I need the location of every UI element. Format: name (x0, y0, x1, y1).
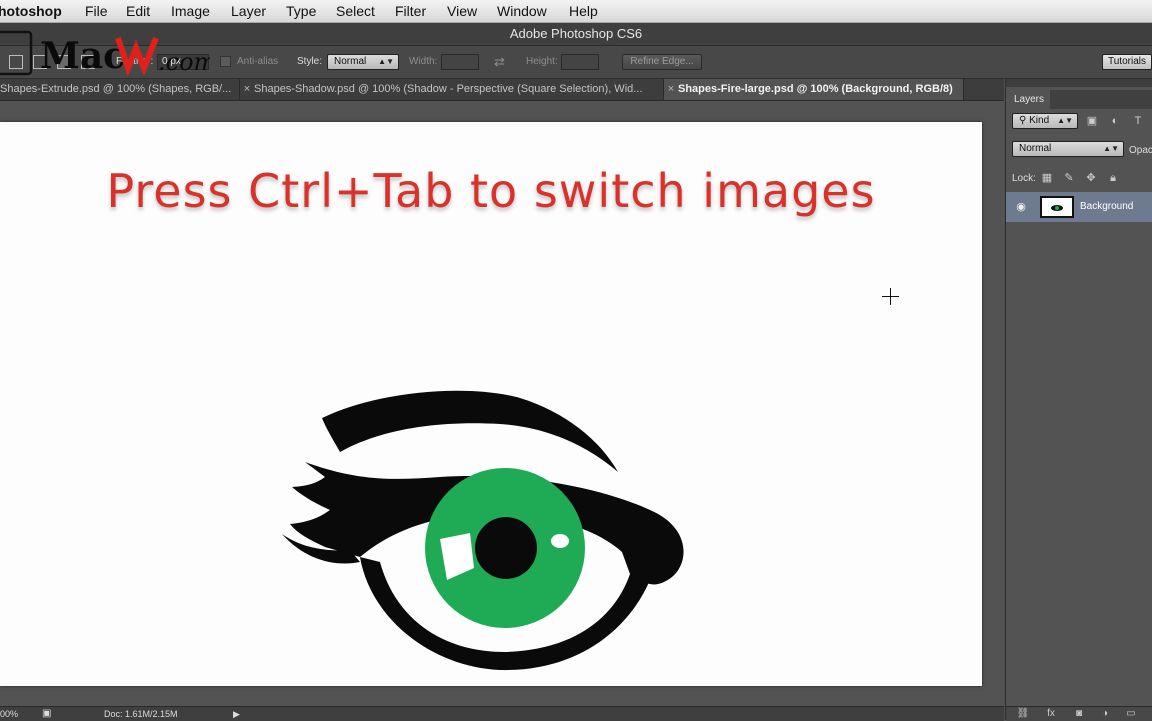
menu-file[interactable]: File (85, 0, 108, 22)
menu-type[interactable]: Type (286, 0, 316, 22)
lock-pixels-brush-icon[interactable]: ✎ (1062, 171, 1076, 185)
tab-label: Shapes-Extrude.psd @ 100% (Shapes, RGB/.… (0, 83, 232, 95)
document-canvas[interactable]: Press Ctrl+Tab to switch images (0, 122, 982, 686)
lock-position-move-icon[interactable]: ✥ (1084, 171, 1098, 185)
select-arrows-icon: ▲▼ (1103, 144, 1119, 153)
menu-filter[interactable]: Filter (395, 0, 426, 22)
layer-style-fx-icon[interactable]: fx (1044, 707, 1058, 721)
status-info-icon[interactable]: ▣ (42, 707, 51, 721)
type-layer-filter-icon[interactable]: T (1131, 114, 1145, 128)
mac-menu-bar: hotoshop File Edit Image Layer Type Sele… (0, 0, 1152, 23)
tutorials-button[interactable]: Tutorials (1102, 54, 1152, 70)
lock-label: Lock: (1012, 173, 1036, 184)
search-icon: ⚲ (1019, 115, 1030, 126)
lock-transparency-icon[interactable]: ▦ (1040, 171, 1054, 185)
tab-shapes-shadow[interactable]: × Shapes-Shadow.psd @ 100% (Shadow - Pers… (240, 79, 664, 100)
eye-illustration (282, 390, 684, 671)
tab-label: Shapes-Shadow.psd @ 100% (Shadow - Persp… (254, 83, 643, 95)
watermark-text: Mac (40, 35, 125, 76)
eye-thumbnail-icon (1051, 205, 1063, 211)
zoom-level[interactable]: 00% (0, 707, 18, 721)
blend-mode-value: Normal (1019, 143, 1052, 154)
anti-alias-checkbox[interactable] (220, 56, 231, 67)
menu-edit[interactable]: Edit (126, 0, 150, 22)
menu-image[interactable]: Image (171, 0, 210, 22)
visibility-eye-icon[interactable]: ◉ (1014, 200, 1028, 214)
layer-name: Background (1080, 201, 1134, 212)
layers-panel: Layers ⚲ Kind ▲▼ ▣ ◐ T Normal ▲▼ Opac Lo… (1005, 79, 1152, 721)
select-arrows-icon: ▲▼ (378, 57, 394, 66)
swap-arrows-icon[interactable]: ⇄ (494, 46, 505, 78)
width-label: Width: (409, 56, 438, 67)
layer-filter-select[interactable]: ⚲ Kind ▲▼ (1012, 113, 1078, 129)
layer-filter-value: Kind (1029, 115, 1050, 126)
eye-pupil (475, 517, 537, 579)
status-menu-arrow-icon[interactable]: ▶ (233, 707, 240, 721)
crosshair-cursor-icon (882, 288, 899, 305)
doc-size: Doc: 1.61M/2.15M (104, 709, 178, 719)
height-label: Height: (526, 56, 558, 67)
style-label: Style: (297, 56, 323, 67)
watermark-domain: .com (158, 48, 210, 76)
close-icon[interactable]: × (664, 79, 678, 100)
status-bar: 00% ▣ Doc: 1.61M/2.15M ▶ (0, 706, 1004, 721)
macw-watermark-logo: Mac .com (0, 30, 210, 76)
tab-shapes-extrude[interactable]: Shapes-Extrude.psd @ 100% (Shapes, RGB/.… (0, 79, 240, 100)
width-input[interactable] (441, 54, 479, 70)
menu-select[interactable]: Select (336, 0, 375, 22)
new-group-folder-icon[interactable]: ▭ (1124, 707, 1138, 721)
layer-mask-icon[interactable]: ◙ (1072, 707, 1086, 721)
adjustment-layer-icon[interactable]: ◑ (1098, 707, 1112, 721)
layer-thumbnail (1040, 196, 1074, 218)
menu-app-name[interactable]: hotoshop (0, 0, 62, 22)
menu-window[interactable]: Window (497, 0, 547, 22)
menu-view[interactable]: View (447, 0, 477, 22)
tab-shapes-fire-large[interactable]: × Shapes-Fire-large.psd @ 100% (Backgroun… (664, 79, 964, 100)
blend-mode-select[interactable]: Normal ▲▼ (1012, 141, 1124, 157)
menu-help[interactable]: Help (569, 0, 598, 22)
tab-label: Shapes-Fire-large.psd @ 100% (Background… (678, 83, 953, 95)
pixel-layer-filter-icon[interactable]: ▣ (1085, 114, 1099, 128)
refine-edge-button[interactable]: Refine Edge... (622, 54, 702, 70)
layers-panel-tab[interactable]: Layers (1006, 90, 1050, 109)
height-input[interactable] (561, 54, 599, 70)
lock-all-icon[interactable]: 🔒︎ (1106, 171, 1120, 185)
close-icon[interactable]: × (240, 79, 254, 100)
select-arrows-icon: ▲▼ (1057, 116, 1073, 125)
layers-panel-footer: ⛓ fx ◙ ◑ ▭ (1006, 706, 1152, 721)
style-select[interactable]: Normal ▲▼ (327, 54, 399, 70)
adjustment-layer-filter-icon[interactable]: ◐ (1108, 114, 1122, 128)
style-select-value: Normal (334, 56, 367, 67)
layer-row-background[interactable]: ◉ Background (1006, 192, 1152, 222)
opacity-label: Opac (1129, 145, 1152, 156)
menu-layer[interactable]: Layer (231, 0, 266, 22)
anti-alias-label: Anti-alias (237, 56, 279, 67)
link-layers-icon[interactable]: ⛓ (1016, 707, 1030, 721)
document-tabs: Shapes-Extrude.psd @ 100% (Shapes, RGB/.… (0, 79, 1004, 101)
